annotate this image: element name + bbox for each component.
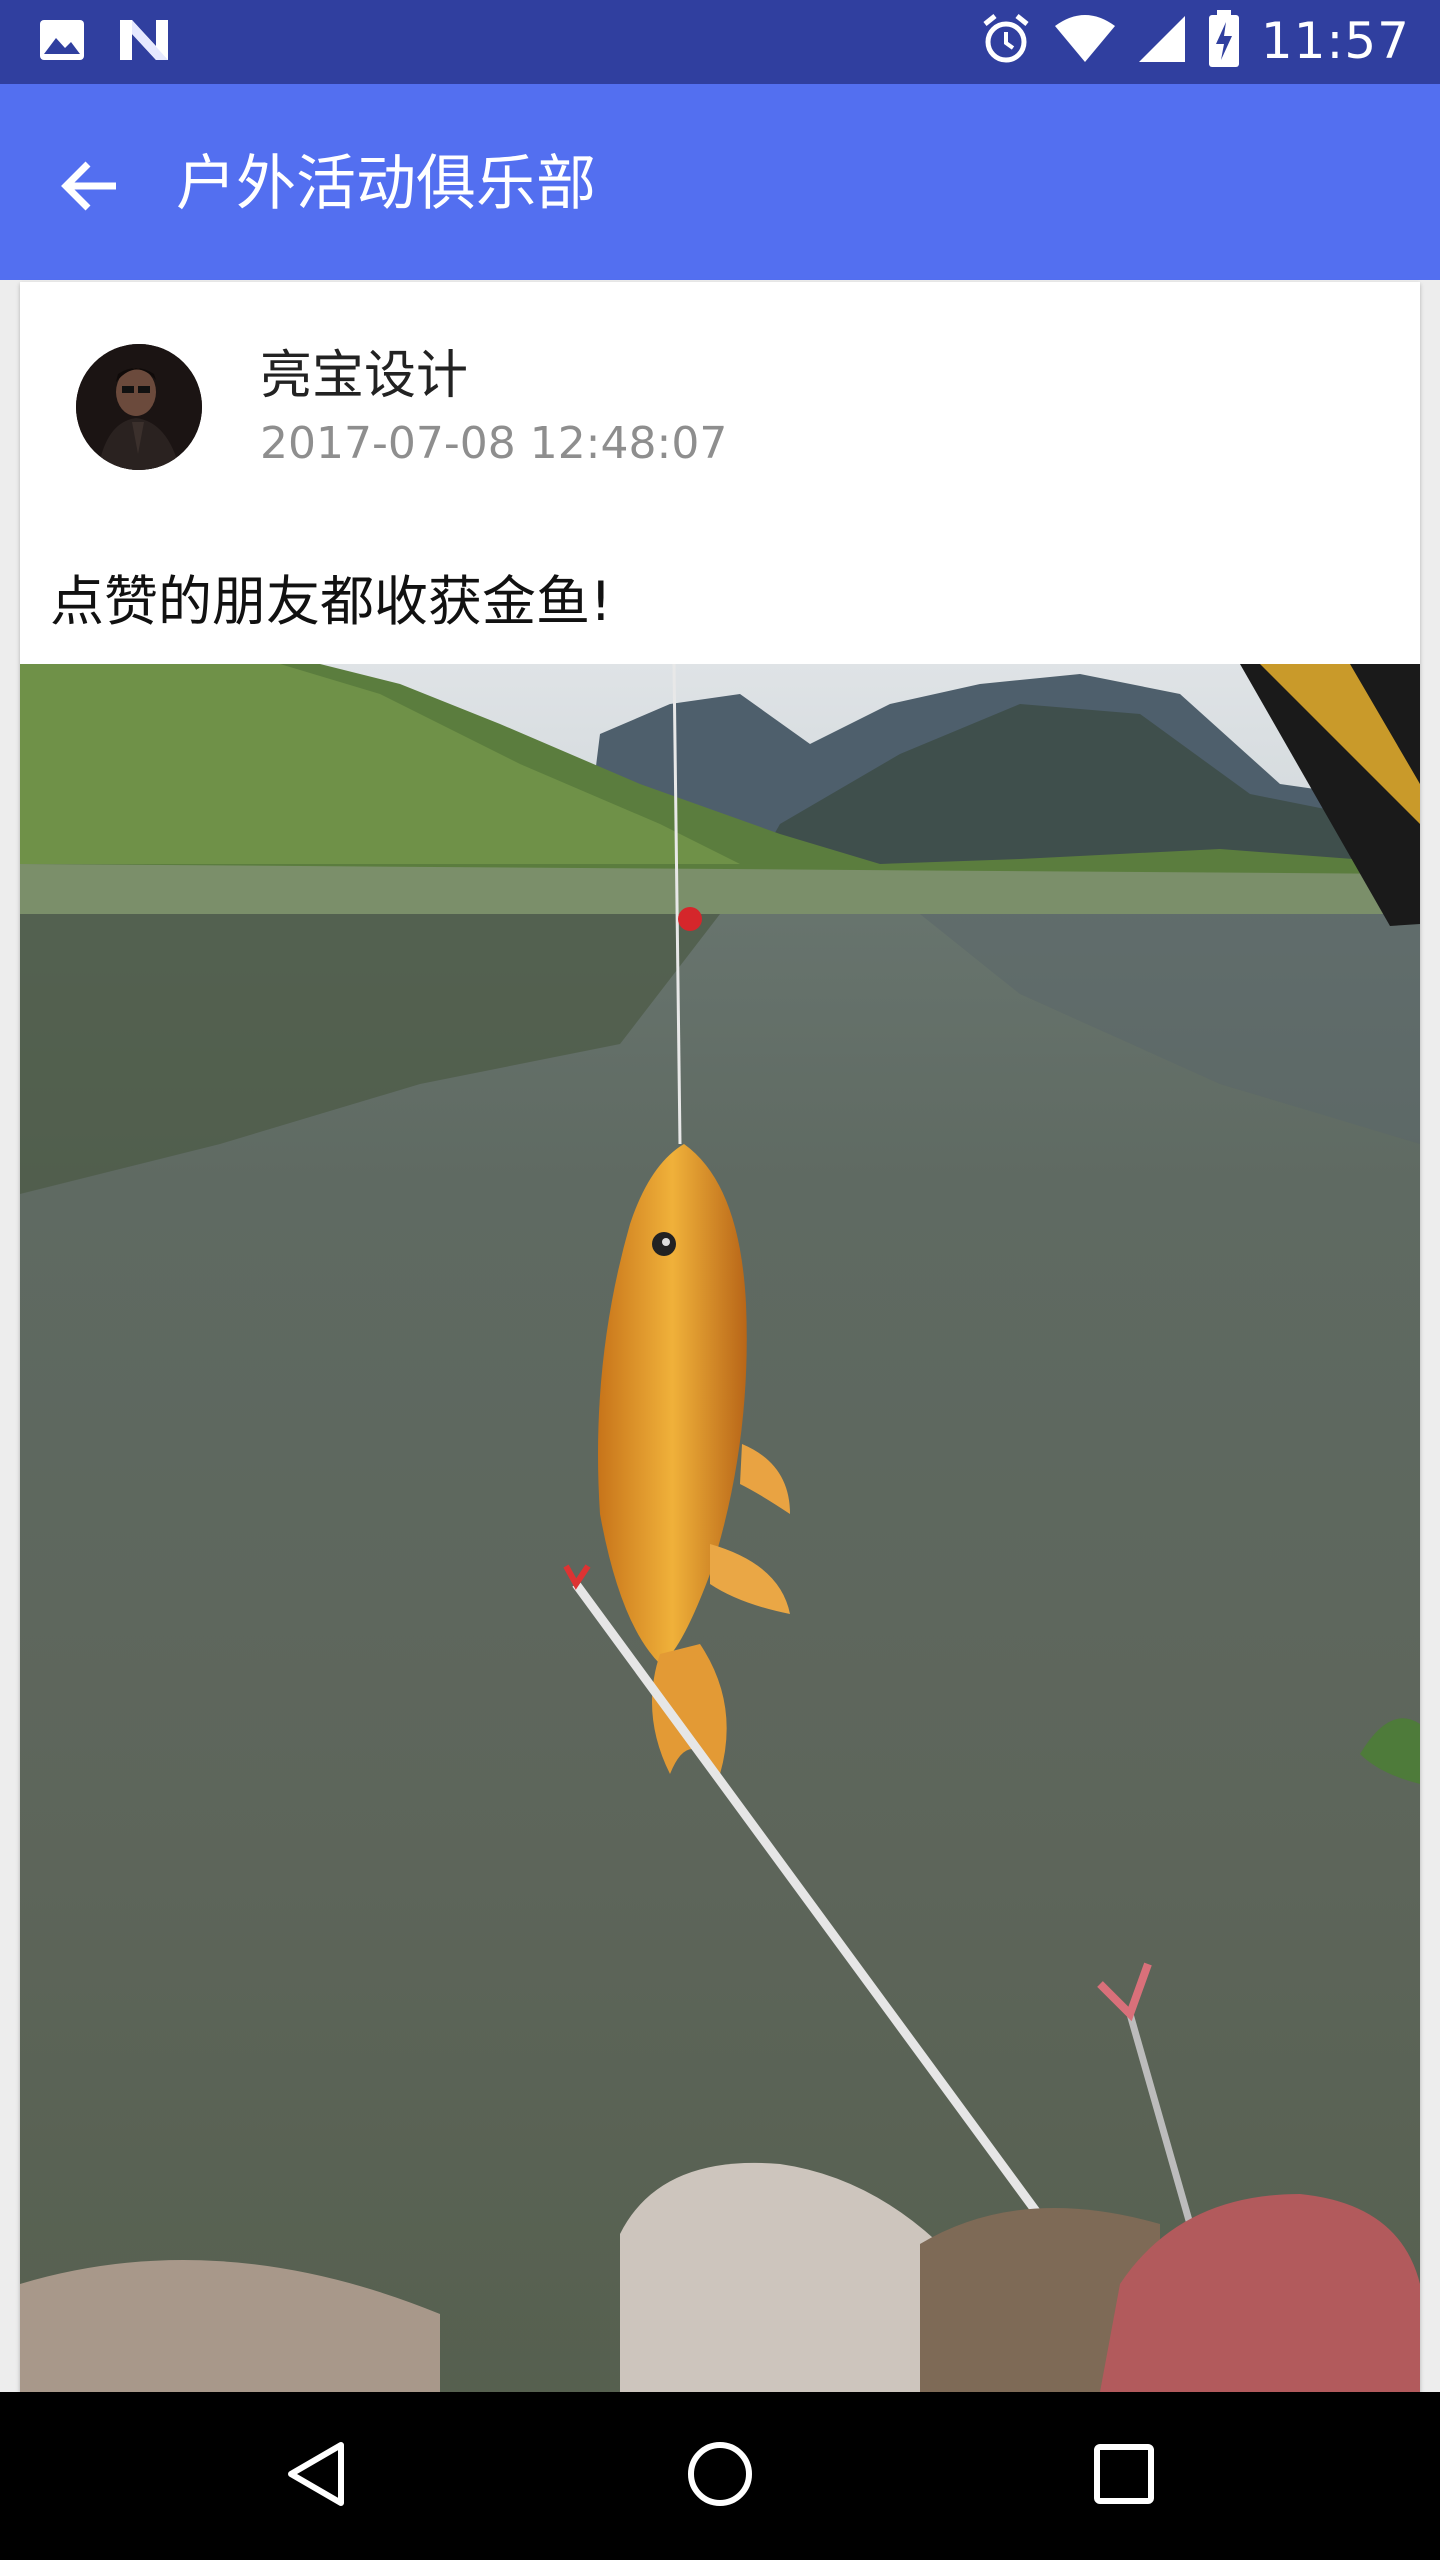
fishing-photo: [20, 664, 1420, 2392]
status-left-icons: [38, 16, 172, 68]
status-bar: 11:57: [0, 0, 1440, 84]
nav-back-icon: [283, 2439, 349, 2513]
n-app-icon: [116, 16, 172, 68]
nav-recents-button[interactable]: [1074, 2426, 1174, 2526]
post-text: 点赞的朋友都收获金鱼!: [50, 570, 612, 633]
nav-home-button[interactable]: [670, 2426, 770, 2526]
navigation-bar: [0, 2392, 1440, 2560]
page-title: 户外活动俱乐部: [176, 149, 596, 219]
post-photo[interactable]: [20, 664, 1420, 2392]
avatar[interactable]: [76, 344, 202, 470]
post-timestamp: 2017-07-08 12:48:07: [260, 418, 728, 469]
app-bar: 户外活动俱乐部: [0, 84, 1440, 280]
image-icon: [38, 16, 86, 68]
nav-back-button[interactable]: [266, 2426, 366, 2526]
wifi-icon: [1053, 12, 1117, 70]
battery-charging-icon: [1207, 10, 1241, 72]
back-button[interactable]: [40, 138, 140, 238]
avatar-image: [76, 344, 202, 470]
status-right-icons: 11:57: [979, 10, 1410, 72]
nav-home-icon: [685, 2439, 755, 2513]
alarm-icon: [979, 12, 1033, 70]
post-card[interactable]: 亮宝设计 2017-07-08 12:48:07 点赞的朋友都收获金鱼!: [20, 282, 1420, 2392]
nav-recents-icon: [1092, 2442, 1156, 2510]
status-time: 11:57: [1260, 12, 1410, 70]
signal-icon: [1137, 12, 1187, 70]
arrow-back-icon: [58, 154, 122, 222]
author-name[interactable]: 亮宝设计: [260, 344, 468, 408]
